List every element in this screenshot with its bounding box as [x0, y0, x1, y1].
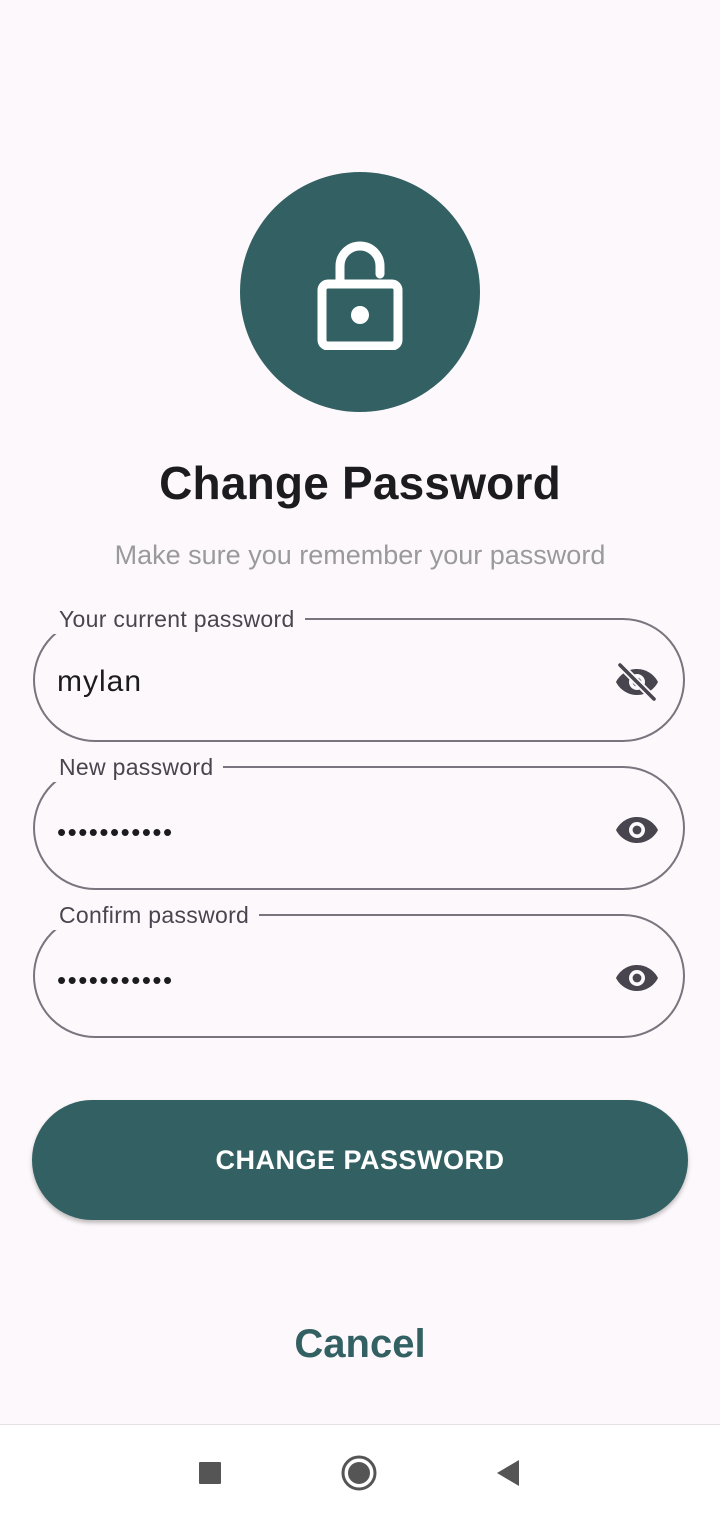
- square-icon[interactable]: [190, 1453, 230, 1493]
- confirm-password-value[interactable]: •••••••••••: [57, 962, 174, 998]
- page-subtitle: Make sure you remember your password: [114, 540, 606, 570]
- eye-icon[interactable]: [613, 806, 661, 854]
- current-password-field[interactable]: Your current password mylan: [33, 604, 685, 742]
- current-password-label: Your current password: [49, 604, 305, 634]
- new-password-field[interactable]: New password •••••••••••: [33, 752, 685, 890]
- cancel-button[interactable]: Cancel: [260, 1312, 460, 1376]
- confirm-password-field[interactable]: Confirm password •••••••••••: [33, 900, 685, 1038]
- current-password-value[interactable]: mylan: [57, 664, 142, 700]
- eye-icon[interactable]: [613, 954, 661, 1002]
- new-password-value[interactable]: •••••••••••: [57, 814, 174, 850]
- status-bar: [0, 0, 720, 64]
- navigation-bar: [0, 1424, 720, 1521]
- page-title: Change Password: [159, 457, 561, 509]
- circle-icon[interactable]: [339, 1453, 379, 1493]
- unlock-icon: [317, 241, 403, 350]
- change-password-button[interactable]: CHANGE PASSWORD: [32, 1100, 688, 1220]
- lock-badge: [240, 172, 480, 412]
- new-password-label: New password: [49, 752, 224, 782]
- eye-off-icon[interactable]: [613, 658, 661, 706]
- confirm-password-label: Confirm password: [49, 900, 260, 930]
- triangle-back-icon[interactable]: [487, 1453, 527, 1493]
